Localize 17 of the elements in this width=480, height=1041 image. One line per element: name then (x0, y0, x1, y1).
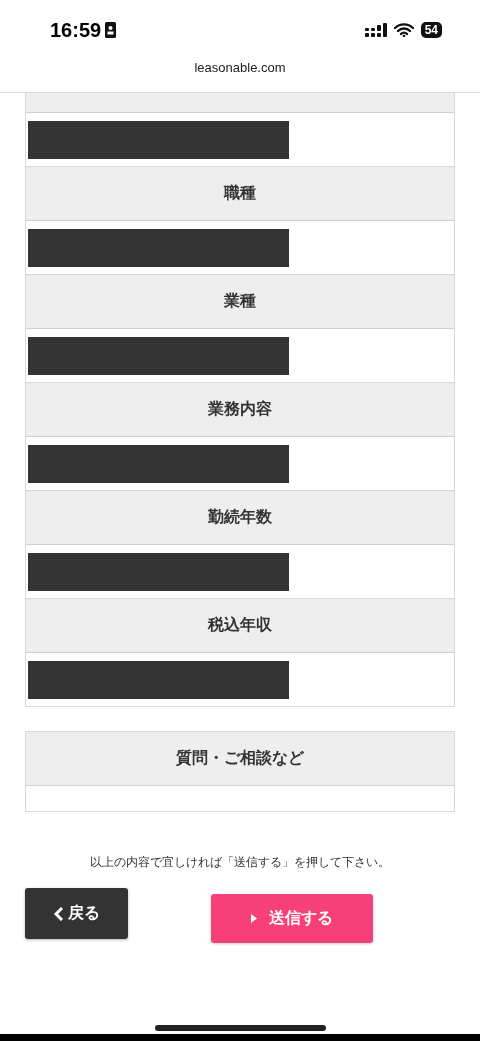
wifi-icon (393, 23, 414, 37)
confirm-notice: 以上の内容で宜しければ「送信する」を押して下さい。 (89, 854, 391, 871)
battery-icon: 54 (420, 22, 442, 38)
submit-button[interactable]: 送信する (211, 894, 373, 943)
chevron-left-icon (53, 906, 64, 921)
play-icon (251, 914, 257, 923)
url-text[interactable]: leasonable.com (194, 60, 286, 75)
field-label: 職種 (26, 167, 454, 221)
back-button[interactable]: 戻る (25, 888, 128, 939)
field-label: 質問・ご相談など (26, 732, 454, 786)
id-card-icon (105, 22, 117, 38)
field-label: 勤続年数 (26, 491, 454, 545)
status-time: 16:59 (50, 18, 102, 42)
field-label: 税込年収 (26, 599, 454, 653)
signal-icon (364, 23, 387, 37)
field-label: 業種 (26, 275, 454, 329)
field-label: 業務内容 (26, 383, 454, 437)
